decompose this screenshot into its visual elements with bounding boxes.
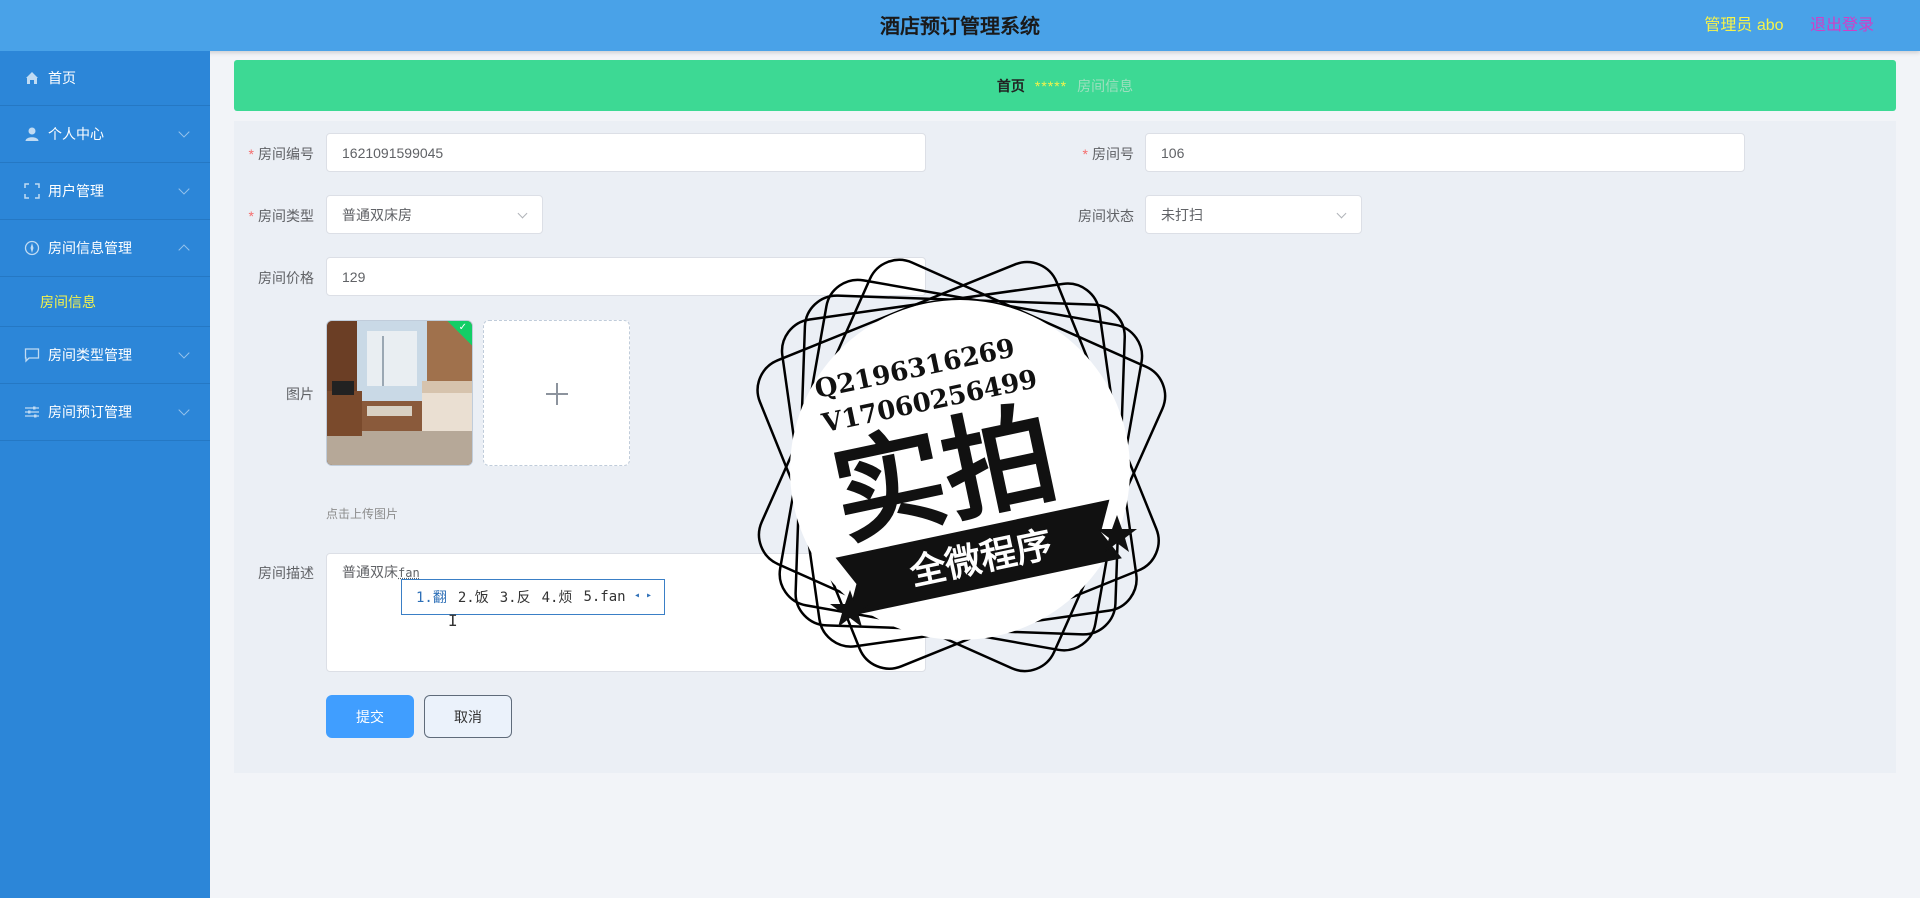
upload-tip: 点击上传图片: [326, 507, 399, 521]
room-status-select[interactable]: 未打扫: [1145, 195, 1362, 234]
chevron-down-icon: [178, 404, 190, 416]
chevron-up-icon: [178, 244, 190, 256]
sliders-icon: [25, 406, 39, 418]
sidebar-item-room-type-mgmt[interactable]: 房间类型管理: [0, 327, 210, 384]
room-photo-image: [327, 321, 472, 465]
breadcrumb: 首页 ***** 房间信息: [234, 60, 1896, 111]
chevron-down-icon: [178, 347, 190, 359]
ime-candidate[interactable]: 5.fan: [583, 589, 625, 605]
sidebar-item-label: 首页: [48, 70, 76, 86]
sidebar-item-label: 房间预订管理: [48, 404, 132, 420]
room-type-select[interactable]: 普通双床房: [326, 195, 543, 234]
room-id-input[interactable]: 1621091599045: [326, 133, 926, 172]
ime-candidate[interactable]: 3.反: [500, 587, 531, 607]
sidebar-item-home[interactable]: 首页: [0, 51, 210, 106]
breadcrumb-separator: *****: [1034, 77, 1068, 94]
ime-page-arrows-icon[interactable]: ◂ ▸: [634, 590, 652, 601]
breadcrumb-current: 房间信息: [1077, 77, 1134, 94]
image-upload-button[interactable]: [483, 320, 630, 466]
ime-candidate[interactable]: 4.烦: [542, 587, 573, 607]
room-id-label: * 房间编号: [248, 146, 314, 162]
room-no-input[interactable]: 106: [1145, 133, 1745, 172]
sidebar-item-label: 房间类型管理: [48, 347, 132, 363]
room-price-label: 房间价格: [258, 270, 314, 286]
chevron-down-icon: [1336, 208, 1347, 219]
sidebar-subitem-room-info[interactable]: 房间信息: [0, 277, 210, 327]
ime-candidate[interactable]: 1.翻: [416, 587, 447, 607]
description-label: 房间描述: [258, 565, 314, 581]
image-label: 图片: [286, 386, 314, 402]
logout-link[interactable]: 退出登录: [1810, 17, 1874, 34]
chevron-down-icon: [517, 208, 528, 219]
sidebar-item-room-info-mgmt[interactable]: 房间信息管理: [0, 220, 210, 277]
description-value: 普通双床: [342, 564, 398, 580]
room-type-label: * 房间类型: [248, 208, 314, 224]
text-cursor-icon: I: [448, 611, 458, 630]
chevron-down-icon: [178, 183, 190, 195]
ime-candidate[interactable]: 2.饭: [458, 587, 489, 607]
breadcrumb-home[interactable]: 首页: [997, 76, 1025, 96]
ime-composition-text: fan: [398, 566, 420, 580]
sidebar-item-profile[interactable]: 个人中心: [0, 106, 210, 163]
sidebar-subitem-label: 房间信息: [40, 293, 96, 310]
user-area: 管理员 abo 退出登录: [1704, 11, 1874, 35]
home-icon: [26, 72, 38, 84]
sidebar-item-users[interactable]: 用户管理: [0, 163, 210, 220]
compass-icon: [24, 240, 40, 256]
top-header: 酒店预订管理系统 管理员 abo 退出登录: [0, 0, 1920, 51]
sidebar-item-booking-mgmt[interactable]: 房间预订管理: [0, 384, 210, 441]
room-photo-thumbnail[interactable]: ✓: [326, 320, 473, 466]
check-icon: ✓: [458, 322, 467, 333]
sidebar-item-label: 房间信息管理: [48, 240, 132, 256]
sidebar-item-label: 个人中心: [48, 126, 104, 142]
app-title: 酒店预订管理系统: [880, 14, 1040, 38]
sidebar-item-label: 用户管理: [48, 183, 104, 199]
users-frame-icon: [24, 183, 40, 199]
ime-candidate-popup: 1.翻 2.饭 3.反 4.烦 5.fan ◂ ▸: [401, 579, 665, 615]
chat-icon: [24, 348, 40, 363]
watermark-stamp: Q2196316269 V17060256499 实拍 全微程序: [756, 258, 1167, 673]
room-no-label: * 房间号: [1082, 146, 1134, 162]
cancel-button[interactable]: 取消: [424, 695, 512, 738]
chevron-down-icon: [178, 126, 190, 138]
submit-button[interactable]: 提交: [326, 695, 414, 738]
user-icon: [25, 127, 39, 141]
room-status-label: 房间状态: [1078, 208, 1134, 224]
user-role-label: 管理员 abo: [1704, 17, 1784, 34]
sidebar: 首页 个人中心 用户管理 房间信息管理 房间信息 房间类型管理 房间预订管理: [0, 51, 210, 898]
